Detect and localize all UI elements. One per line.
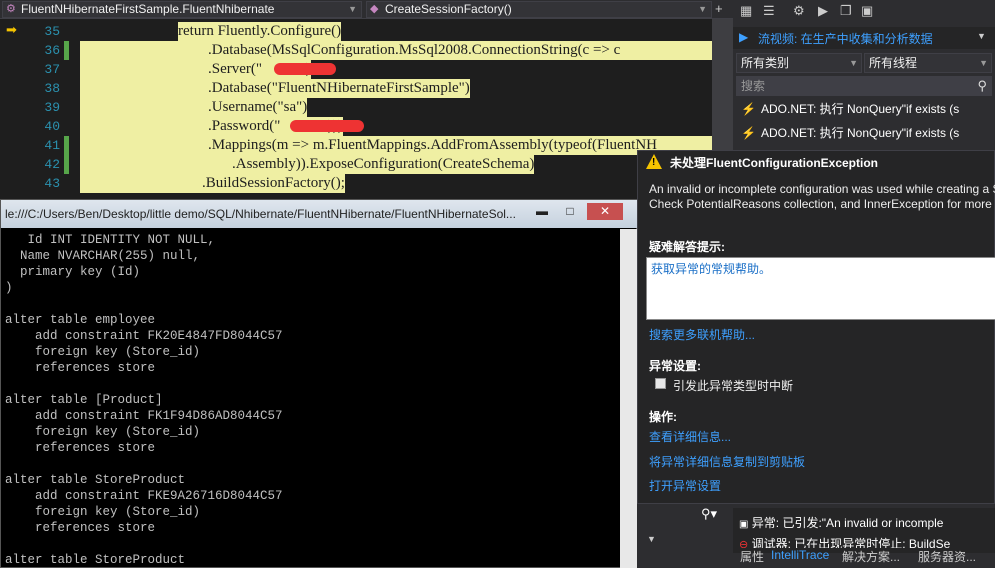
exception-message: An invalid or incomplete configuration w… (649, 182, 995, 196)
category-dropdown[interactable]: 所有类别 ▼ (736, 53, 862, 73)
split-window-icon[interactable]: + (715, 1, 723, 16)
current-statement-arrow-icon: ➡ (6, 22, 17, 37)
event-item[interactable]: ⚡ ADO.NET: 执行 NonQuery"if exists (s (733, 121, 995, 145)
lightning-icon: ⚡ (741, 102, 756, 116)
chevron-down-icon[interactable]: ▼ (647, 534, 656, 544)
event-list: ▣ 异常: 已引发:"An invalid or incomple ⊖ 调试器:… (733, 508, 995, 553)
break-label: 引发此异常类型时中断 (673, 379, 794, 393)
tab-solution-explorer[interactable]: 解决方案... (842, 548, 900, 565)
change-marker (64, 41, 69, 60)
line-number: 42 (44, 157, 60, 172)
search-online-link[interactable]: 搜索更多联机帮助... (649, 326, 755, 343)
chevron-down-icon: ▼ (348, 4, 357, 14)
lightning-icon: ⚡ (741, 126, 756, 140)
intellitrace-panel: ▦ ☰ ⚙ ▶ ❐ ▣ ▶ 流视频: 在生产中收集和分析数据 ▼ 所有类别 ▼ … (733, 0, 995, 150)
line-number: 38 (44, 81, 60, 96)
line-number: 40 (44, 119, 60, 134)
maximize-button[interactable]: □ (559, 203, 581, 220)
console-title: le:///C:/Users/Ben/Desktop/little demo/S… (5, 207, 516, 221)
bottom-panel: ⚲▾ ▼ ▣ 异常: 已引发:"An invalid or incomple ⊖… (637, 504, 995, 568)
editor-navigation-bar: ⚙ FluentNHibernateFirstSample.FluentNhib… (0, 0, 733, 19)
grid-view-icon[interactable]: ▦ (740, 3, 752, 19)
stream-link[interactable]: 流视频: 在生产中收集和分析数据 (758, 30, 933, 47)
console-window: le:///C:/Users/Ben/Desktop/little demo/S… (0, 199, 638, 568)
class-dropdown[interactable]: ⚙ FluentNHibernateFirstSample.FluentNhib… (2, 1, 362, 18)
event-item[interactable]: ⚡ ADO.NET: 执行 NonQuery"if exists (s (733, 97, 995, 121)
line-number: 39 (44, 100, 60, 115)
exception-event-row[interactable]: ▣ 异常: 已引发:"An invalid or incomple (739, 514, 995, 531)
exception-message: Check PotentialReasons collection, and I… (649, 197, 995, 211)
code-line: .Assembly)).ExposeConfiguration(CreateSc… (80, 155, 535, 174)
tips-header: 疑难解答提示: (649, 240, 725, 254)
search-icon[interactable]: ⚲▾ (701, 506, 717, 522)
chevron-down-icon: ▼ (698, 4, 707, 14)
settings-header: 异常设置: (649, 359, 701, 373)
search-input[interactable]: 搜索 ⚲ (736, 76, 992, 96)
save-icon[interactable]: ▣ (861, 3, 873, 19)
stream-row[interactable]: ▶ 流视频: 在生产中收集和分析数据 ▼ (733, 27, 995, 49)
search-icon[interactable]: ⚲ (977, 77, 987, 95)
code-line: .Database("FluentNHibernateFirstSample") (80, 79, 470, 98)
tab-intellitrace[interactable]: IntelliTrace (771, 548, 829, 562)
tips-list: 获取异常的常规帮助。 (646, 257, 995, 320)
method-icon: ◆ (370, 3, 379, 15)
change-marker (64, 136, 69, 174)
play-icon[interactable]: ▶ (818, 3, 828, 19)
list-view-icon[interactable]: ☰ (763, 3, 775, 19)
class-icon: ⚙ (6, 3, 16, 15)
code-editor[interactable]: ➡ 35 36 37 38 39 40 41 42 43 return Flue… (0, 19, 733, 209)
line-number: 41 (44, 138, 60, 153)
redaction-mark (274, 63, 336, 75)
minimize-button[interactable]: ▬ (531, 203, 553, 220)
debugger-event-row[interactable]: ⊖ 调试器: 已在出现异常时停止: BuildSe (739, 535, 995, 548)
actions-header: 操作: (649, 410, 677, 424)
tip-link[interactable]: 获取异常的常规帮助。 (651, 260, 771, 277)
close-button[interactable]: ✕ (587, 203, 623, 220)
code-line: .BuildSessionFactory(); (80, 174, 345, 193)
redaction-mark (290, 120, 364, 132)
exception-icon: ▣ (739, 519, 749, 530)
line-number: 35 (44, 24, 60, 39)
console-output: Id INT IDENTITY NOT NULL, Name NVARCHAR(… (5, 233, 283, 567)
open-settings-link[interactable]: 打开异常设置 (649, 477, 721, 494)
tab-server-explorer[interactable]: 服务器资... (918, 548, 976, 565)
tab-properties[interactable]: 属性 (740, 548, 764, 565)
copy-details-link[interactable]: 将异常详细信息复制到剪贴板 (649, 453, 805, 470)
console-scrollbar[interactable] (620, 229, 637, 568)
exception-helper-popup: ! 未处理FluentConfigurationException An inv… (637, 150, 995, 504)
line-number: 37 (44, 62, 60, 77)
open-file-icon[interactable]: ❐ (840, 3, 852, 19)
code-line: .Database(MsSqlConfiguration.MsSql2008.C… (80, 41, 712, 60)
line-number: 36 (44, 43, 60, 58)
code-line: .Mappings(m => m.FluentMappings.AddFromA… (80, 136, 712, 155)
chevron-down-icon: ▼ (977, 31, 986, 41)
stop-icon: ⊖ (739, 539, 749, 548)
exception-title: 未处理FluentConfigurationException (670, 156, 878, 170)
thread-dropdown[interactable]: 所有线程 ▼ (864, 53, 992, 73)
method-dropdown[interactable]: ◆ CreateSessionFactory() ▼ (366, 1, 712, 18)
chevron-down-icon: ▼ (849, 58, 858, 68)
code-line: .Username("sa") (80, 98, 308, 117)
view-details-link[interactable]: 查看详细信息... (649, 428, 731, 445)
break-checkbox[interactable] (655, 378, 666, 389)
code-line: return Fluently.Configure() (178, 22, 342, 41)
video-icon: ▶ (739, 30, 749, 44)
chevron-down-icon: ▼ (979, 58, 988, 68)
settings-icon[interactable]: ⚙ (793, 3, 805, 19)
line-number: 43 (44, 176, 60, 191)
